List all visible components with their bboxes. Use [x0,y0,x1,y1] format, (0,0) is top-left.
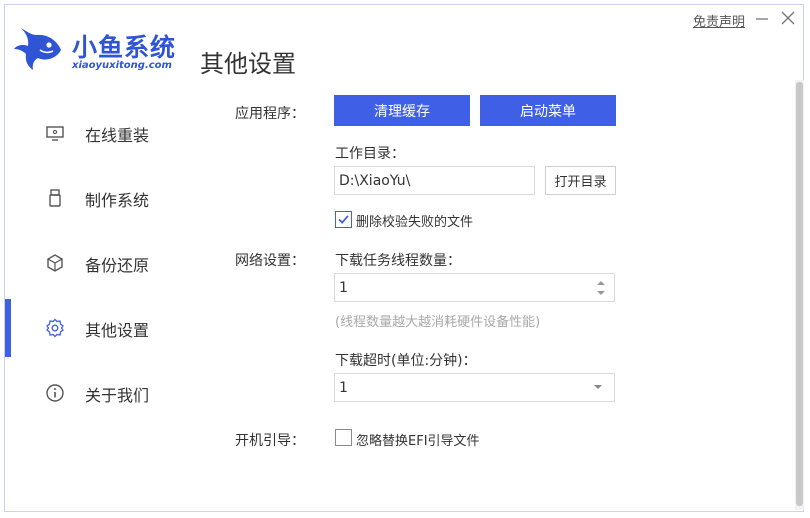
thread-count-stepper[interactable]: 1 [334,273,615,302]
timeout-value: 1 [339,379,348,396]
brand-name: 小鱼系统 [72,33,177,62]
network-section-label: 网络设置： [235,253,305,269]
page-title: 其他设置 [200,50,296,78]
sidebar-item-label: 制作系统 [85,191,150,210]
cube-restore-icon [47,254,63,272]
sidebar-item-backup-restore[interactable]: 备份还原 [5,234,210,292]
disclaimer-link[interactable]: 免责声明 [693,11,745,30]
open-dir-button[interactable]: 打开目录 [545,166,616,195]
boot-section-label: 开机引导： [235,433,305,449]
gear-icon [46,318,64,338]
thread-count-value: 1 [339,279,348,296]
delete-failed-checkbox[interactable] [335,211,352,228]
delete-failed-label[interactable]: 删除校验失败的文件 [356,211,473,230]
app-section-label: 应用程序： [235,106,305,122]
boot-menu-button[interactable]: 启动菜单 [480,95,616,126]
minimize-icon[interactable] [752,8,772,28]
clear-cache-button[interactable]: 清理缓存 [334,95,470,126]
thread-count-label: 下载任务线程数量： [335,253,461,269]
spin-down-icon[interactable] [594,288,608,298]
work-dir-label: 工作目录： [335,146,405,162]
sidebar-item-other-settings[interactable]: 其他设置 [5,299,210,357]
usb-drive-icon [49,189,61,207]
scrollbar-thumb[interactable] [796,82,803,506]
info-icon [46,384,64,402]
brand-domain: xiaoyuxitong.com [72,60,172,71]
timeout-label: 下载超时(单位:分钟)： [335,353,477,369]
monitor-icon [46,126,64,141]
sidebar-item-make-system[interactable]: 制作系统 [5,169,210,227]
sidebar-item-label: 备份还原 [85,256,150,275]
work-dir-value: D:\XiaoYu\ [339,172,411,189]
sidebar-item-online-reinstall[interactable]: 在线重装 [5,104,210,162]
chevron-down-icon[interactable] [592,383,604,391]
sidebar-item-label: 其他设置 [85,321,150,340]
fish-logo-icon [14,28,61,70]
spin-up-icon[interactable] [594,278,608,288]
ignore-efi-label[interactable]: 忽略替换EFI引导文件 [356,430,480,449]
sidebar-item-label: 关于我们 [85,386,150,405]
thread-hint: (线程数量越大越消耗硬件设备性能) [335,315,541,330]
sidebar-item-about-us[interactable]: 关于我们 [5,364,210,422]
sidebar-item-label: 在线重装 [85,126,150,145]
ignore-efi-checkbox[interactable] [335,429,352,446]
close-icon[interactable] [778,8,798,28]
work-dir-input[interactable]: D:\XiaoYu\ [334,166,535,195]
timeout-select[interactable]: 1 [334,373,615,402]
